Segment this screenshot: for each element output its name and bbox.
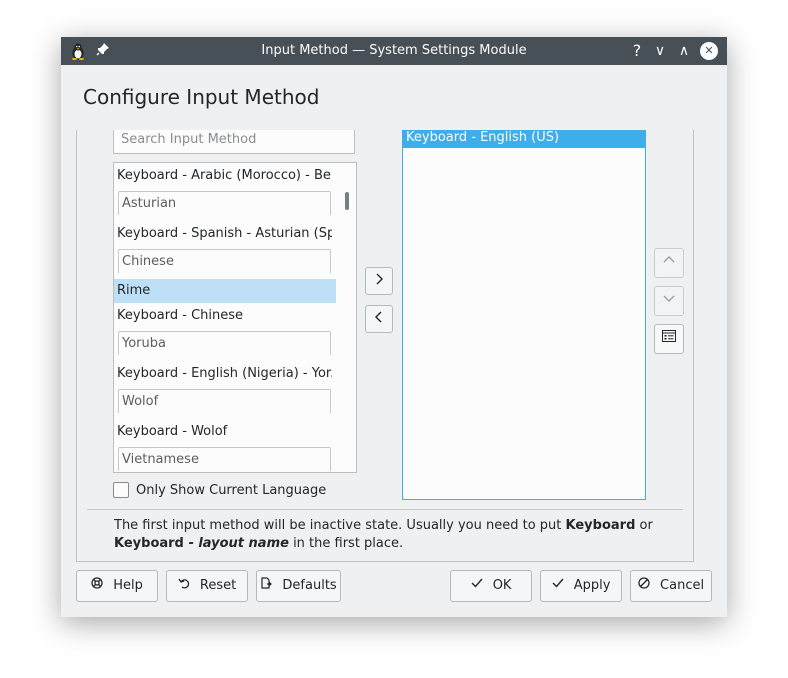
language-label: Yoruba	[122, 336, 166, 351]
only-current-language-checkbox[interactable]	[113, 482, 129, 498]
cancel-button-label: Cancel	[660, 578, 705, 593]
divider	[87, 509, 683, 510]
apply-button[interactable]: Apply	[540, 570, 622, 602]
check-icon	[552, 578, 568, 593]
defaults-button-label: Defaults	[282, 578, 337, 593]
minimize-icon[interactable]: ∨	[651, 42, 669, 60]
move-up-button[interactable]	[654, 248, 684, 278]
language-label: Chinese	[122, 254, 174, 269]
list-item[interactable]: Keyboard - Wolof	[117, 424, 332, 439]
available-input-methods-list[interactable]: Keyboard - Arabic (Morocco) - Ber... Astu…	[113, 162, 357, 473]
list-item[interactable]: Keyboard - English (Nigeria) - Yor...	[117, 366, 332, 381]
help-icon[interactable]: ?	[628, 42, 646, 60]
list-item[interactable]: Keyboard - English (US)	[403, 130, 645, 148]
note-or: or	[635, 518, 653, 533]
settings-content: Search Input Method Keyboard - Arabic (M…	[76, 130, 694, 562]
help-button[interactable]: Help	[76, 570, 158, 602]
chevron-up-icon	[663, 256, 675, 263]
list-item-label: Rime	[117, 283, 151, 298]
add-button[interactable]	[365, 267, 393, 295]
chevron-right-icon	[376, 273, 383, 285]
document-defaults-icon	[260, 577, 276, 593]
undo-icon	[178, 578, 194, 593]
close-icon[interactable]: ✕	[700, 42, 718, 60]
remove-button[interactable]	[365, 305, 393, 333]
language-group-header: Yoruba	[118, 331, 331, 355]
dialog-window: Input Method — System Settings Module ? …	[61, 37, 727, 617]
check-icon	[471, 578, 487, 593]
info-note: The first input method will be inactive …	[114, 517, 684, 553]
apply-button-label: Apply	[573, 578, 611, 593]
move-down-button[interactable]	[654, 286, 684, 316]
ok-button[interactable]: OK	[450, 570, 532, 602]
language-label: Asturian	[122, 196, 177, 211]
note-layout-name: layout name	[198, 536, 289, 551]
defaults-button[interactable]: Defaults	[256, 570, 341, 602]
search-placeholder: Search Input Method	[121, 132, 257, 147]
list-item[interactable]: Keyboard - Arabic (Morocco) - Ber...	[117, 168, 332, 183]
note-keyboard-layout: Keyboard -	[114, 536, 199, 551]
cancel-icon	[638, 577, 654, 593]
page-title: Configure Input Method	[83, 85, 320, 109]
list-scrollbar[interactable]	[345, 192, 349, 210]
language-label: Vietnamese	[122, 452, 199, 467]
help-button-label: Help	[113, 578, 143, 593]
note-text-2: in the first place.	[288, 536, 404, 551]
language-group-header: Wolof	[118, 389, 331, 413]
language-group-header: Asturian	[118, 191, 331, 215]
language-group-header: Chinese	[118, 249, 331, 273]
current-item-label: Keyboard - English (US)	[406, 130, 560, 145]
reset-button[interactable]: Reset	[166, 570, 248, 602]
reset-button-label: Reset	[199, 578, 237, 593]
chevron-left-icon	[375, 311, 382, 323]
list-item[interactable]: Keyboard - Chinese	[117, 308, 332, 323]
only-current-language-label: Only Show Current Language	[136, 483, 327, 498]
note-keyboard: Keyboard	[565, 518, 636, 533]
language-group-header: Vietnamese	[118, 447, 331, 471]
title-bar[interactable]: Input Method — System Settings Module ? …	[61, 37, 727, 65]
ok-button-label: OK	[492, 578, 512, 593]
chevron-down-icon	[663, 295, 675, 302]
list-item[interactable]: Keyboard - Spanish - Asturian (Sp...	[117, 226, 332, 241]
search-input[interactable]: Search Input Method	[113, 130, 355, 154]
note-text-1: The first input method will be inactive …	[114, 518, 566, 533]
configure-button[interactable]	[654, 324, 684, 354]
maximize-icon[interactable]: ∧	[675, 42, 693, 60]
list-item[interactable]: Rime	[114, 279, 336, 303]
settings-list-icon	[662, 330, 676, 342]
language-label: Wolof	[122, 394, 159, 409]
lifebuoy-icon	[91, 577, 107, 593]
current-input-methods-list[interactable]: Keyboard - English (US)	[402, 130, 646, 500]
cancel-button[interactable]: Cancel	[630, 570, 712, 602]
